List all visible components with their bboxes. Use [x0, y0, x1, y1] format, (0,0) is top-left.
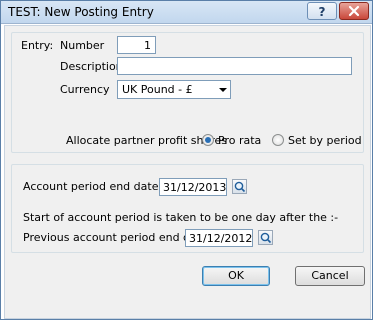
prev-end-date-calendar-button[interactable] — [258, 230, 273, 245]
entry-group: Entry: Number 1 Description Currency UK … — [11, 32, 364, 153]
prev-end-date-value: 31/12/2012 — [189, 232, 253, 245]
dialog-window: TEST: New Posting Entry ? Entry: Number … — [0, 0, 373, 320]
prev-end-date-field[interactable]: 31/12/2012 — [185, 229, 253, 247]
entry-group-label: Entry: — [21, 39, 54, 52]
close-x-icon — [348, 5, 360, 17]
calendar-lookup-icon — [260, 232, 272, 244]
svg-text:?: ? — [319, 5, 326, 19]
number-field[interactable]: 1 — [117, 36, 156, 54]
currency-label: Currency — [60, 83, 110, 96]
help-button[interactable]: ? — [307, 2, 337, 20]
calendar-lookup-icon — [234, 181, 246, 193]
ok-button[interactable]: OK — [202, 266, 270, 286]
period-group: Account period end date 31/12/2013 Start… — [11, 164, 364, 253]
end-date-value: 31/12/2013 — [163, 181, 227, 194]
end-date-field[interactable]: 31/12/2013 — [159, 178, 227, 196]
title-bar: TEST: New Posting Entry ? — [1, 1, 372, 24]
question-mark-icon: ? — [319, 5, 326, 19]
window-title: TEST: New Posting Entry — [8, 5, 154, 19]
prev-end-date-label: Previous account period end date — [23, 231, 208, 244]
number-label: Number — [60, 39, 105, 52]
radio-pro-rata[interactable] — [202, 134, 214, 146]
description-label: Description — [60, 60, 123, 73]
dialog-body: Entry: Number 1 Description Currency UK … — [4, 25, 371, 319]
description-field[interactable] — [117, 57, 352, 75]
cancel-button[interactable]: Cancel — [295, 266, 365, 286]
currency-dropdown[interactable]: UK Pound - £ — [117, 80, 231, 99]
dropdown-arrow-icon — [219, 88, 227, 92]
end-date-label: Account period end date — [23, 180, 159, 193]
period-start-note: Start of account period is taken to be o… — [23, 211, 339, 224]
close-button[interactable] — [339, 2, 369, 20]
radio-set-by-period[interactable] — [272, 134, 284, 146]
end-date-calendar-button[interactable] — [232, 179, 247, 194]
number-value: 1 — [144, 39, 151, 52]
currency-value: UK Pound - £ — [122, 83, 193, 96]
radio-set-by-period-label[interactable]: Set by period — [288, 134, 362, 147]
radio-pro-rata-label[interactable]: Pro rata — [218, 134, 261, 147]
